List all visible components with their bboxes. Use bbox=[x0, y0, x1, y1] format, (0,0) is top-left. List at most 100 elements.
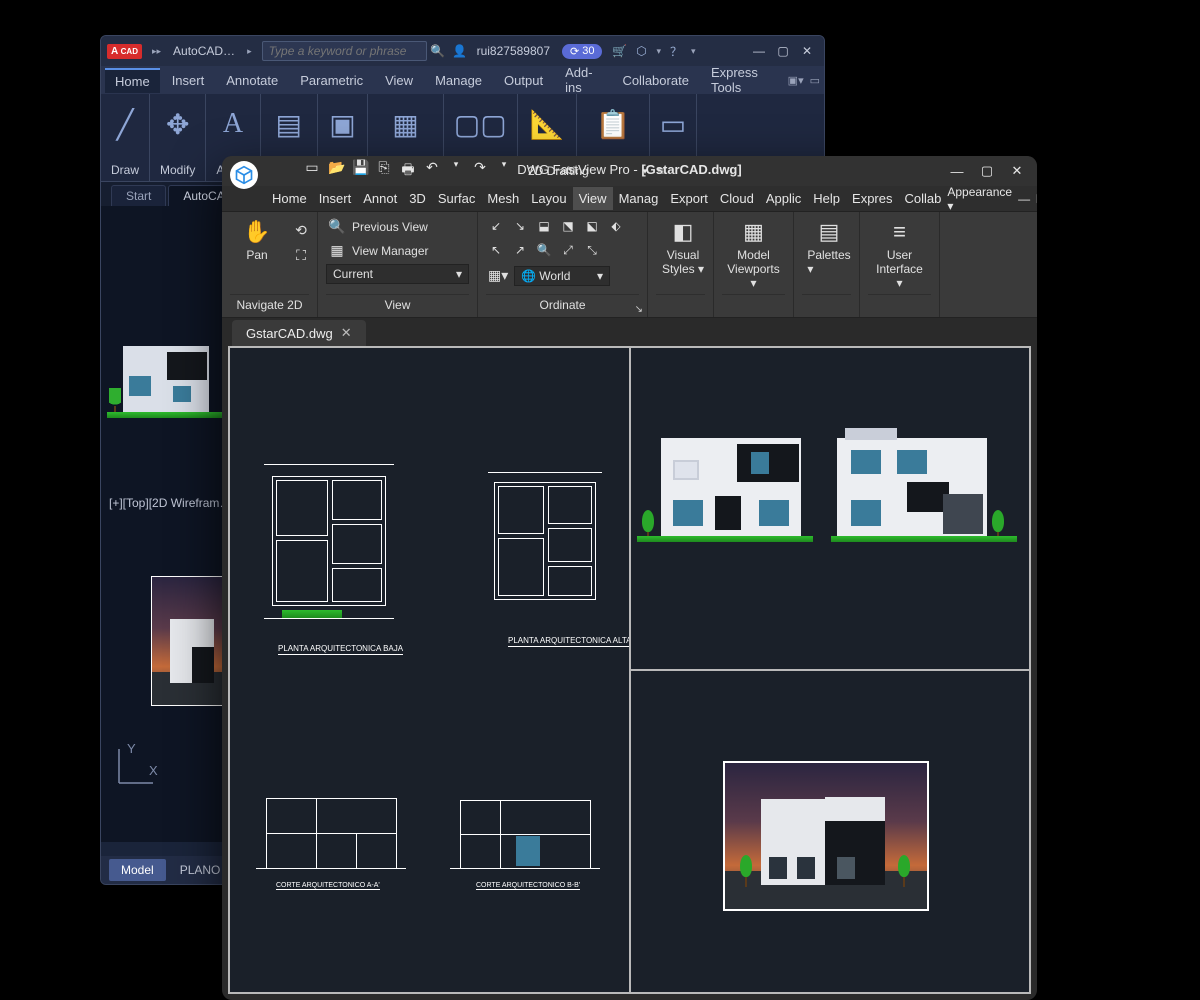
group-icon: ▢▢ bbox=[454, 100, 507, 148]
new-icon[interactable]: ▭ bbox=[304, 159, 320, 183]
search-icon[interactable]: 🔍 bbox=[429, 44, 447, 58]
redo-icon[interactable]: ↷ bbox=[472, 159, 488, 183]
menu-export[interactable]: Export bbox=[664, 187, 714, 210]
status-tab-model[interactable]: Model bbox=[109, 859, 166, 881]
close-tab-icon[interactable]: ✕ bbox=[341, 325, 352, 341]
menu-annotate[interactable]: Annotate bbox=[216, 69, 288, 92]
pan-button[interactable]: ✋ Pan bbox=[230, 216, 284, 264]
menu-collaborate[interactable]: Collaborate bbox=[612, 69, 699, 92]
viewport-label[interactable]: [+][Top][2D Wirefram… bbox=[109, 496, 231, 510]
ribbon-minimize-icon[interactable]: ▭ bbox=[810, 74, 820, 87]
palettes-button[interactable]: ▤Palettes▾ bbox=[802, 216, 856, 278]
minimize-button[interactable]: — bbox=[943, 159, 971, 183]
zoom-extents-button[interactable]: ⛶ bbox=[290, 245, 312, 266]
chevron-right-icon[interactable]: ▸ bbox=[247, 46, 252, 57]
undo-icon[interactable]: ↶ bbox=[424, 159, 440, 183]
gstarcad-logo[interactable] bbox=[230, 161, 258, 189]
menu-applic[interactable]: Applic bbox=[760, 187, 807, 210]
line-icon: ╱ bbox=[117, 100, 134, 148]
ucs-tool-icon[interactable]: ↖ bbox=[486, 240, 506, 260]
ucs-icon-button[interactable]: ▦▾ bbox=[486, 265, 508, 286]
menu-express[interactable]: Express Tools bbox=[701, 61, 786, 99]
menu-3d[interactable]: 3D bbox=[403, 187, 432, 210]
search-input[interactable] bbox=[262, 41, 427, 61]
model-viewports-button[interactable]: ▦Model Viewports ▾ bbox=[722, 216, 785, 292]
menu-surface[interactable]: Surfac bbox=[432, 187, 482, 210]
doc-minimize-button[interactable]: — bbox=[1018, 192, 1030, 206]
viewport-right[interactable]: PLANTA ARQUITECTONICA BAJA PLANTA ARQUIT… bbox=[229, 347, 630, 993]
chevron-down-icon[interactable]: ▾ bbox=[448, 159, 464, 183]
menu-mesh[interactable]: Mesh bbox=[481, 187, 525, 210]
ucs-icon[interactable]: YX bbox=[113, 741, 161, 792]
close-button[interactable]: ✕ bbox=[1003, 159, 1031, 183]
menu-manage[interactable]: Manage bbox=[425, 69, 492, 92]
cart-icon[interactable]: 🛒 bbox=[610, 44, 628, 58]
ucs-tool-icon[interactable]: ⤢ bbox=[558, 240, 578, 260]
ribbon-modify-panel[interactable]: ✥Modify bbox=[150, 94, 206, 181]
ribbon-view-panel: 🔍Previous View ▦View Manager Current▾ Vi… bbox=[318, 212, 478, 317]
overflow-icon[interactable]: ▣▾ bbox=[788, 74, 804, 87]
user-interface-button[interactable]: ≡User Interface ▾ bbox=[868, 216, 931, 292]
viewport-top-left[interactable] bbox=[630, 347, 1031, 670]
ucs-tool-icon[interactable]: ⬕ bbox=[582, 216, 602, 236]
maximize-button[interactable]: ▢ bbox=[772, 42, 794, 60]
visual-styles-button[interactable]: ◧Visual Styles ▾ bbox=[656, 216, 710, 278]
menu-insert[interactable]: Insert bbox=[162, 69, 215, 92]
gstar-file-tabs: GstarCAD.dwg ✕ bbox=[222, 318, 1037, 346]
ucs-tool-icon[interactable]: ↙ bbox=[486, 216, 506, 236]
view-manager-button[interactable]: ▦View Manager bbox=[326, 240, 469, 261]
maximize-button[interactable]: ▢ bbox=[973, 159, 1001, 183]
menu-layout[interactable]: Layou bbox=[525, 187, 572, 210]
orbit-button[interactable]: ⟲ bbox=[290, 220, 312, 241]
help-icon[interactable]: ？ bbox=[667, 43, 685, 60]
ribbon-draw-panel[interactable]: ╱Draw bbox=[101, 94, 150, 181]
menu-help[interactable]: Help bbox=[807, 187, 846, 210]
ucs-tool-icon[interactable]: ⤡ bbox=[582, 240, 602, 260]
gstarcad-window: ▭ 📂 💾 ⎘ 🖶 ↶ ▾ ↷ ▾ 2D Drafting ▾ ≡ DWG Fa… bbox=[222, 156, 1037, 1000]
chevron-down-icon[interactable]: ▾ bbox=[496, 159, 512, 183]
print-icon[interactable]: 🖶 bbox=[400, 159, 416, 183]
saveas-icon[interactable]: ⎘ bbox=[376, 159, 392, 183]
menu-view[interactable]: View bbox=[375, 69, 423, 92]
autocad-search[interactable] bbox=[262, 41, 427, 61]
ucs-tool-icon[interactable]: ↘ bbox=[510, 216, 530, 236]
ucs-world-dropdown[interactable]: 🌐 World▾ bbox=[514, 266, 610, 286]
chevron-down-icon[interactable]: ▾ bbox=[656, 46, 661, 57]
autodesk-icon[interactable]: ⬡ bbox=[632, 44, 650, 58]
panel-launcher-icon[interactable]: ↘ bbox=[635, 304, 643, 315]
appearance-dropdown[interactable]: Appearance ▾ bbox=[947, 185, 1012, 213]
menu-insert[interactable]: Insert bbox=[313, 187, 358, 210]
minimize-button[interactable]: — bbox=[748, 42, 770, 60]
menu-collab[interactable]: Collab bbox=[899, 187, 948, 210]
user-icon[interactable]: 👤 bbox=[451, 44, 469, 58]
menu-express[interactable]: Expres bbox=[846, 187, 898, 210]
chevron-down-icon[interactable]: ▾ bbox=[691, 46, 696, 57]
file-tab-start[interactable]: Start bbox=[111, 185, 166, 206]
menu-cloud[interactable]: Cloud bbox=[714, 187, 760, 210]
ucs-tool-icon[interactable]: ↗ bbox=[510, 240, 530, 260]
chevron-right-icon[interactable]: ▸▸ bbox=[152, 46, 161, 57]
menu-home[interactable]: Home bbox=[105, 68, 160, 93]
ucs-tool-icon[interactable]: ⬖ bbox=[606, 216, 626, 236]
previous-view-button[interactable]: 🔍Previous View bbox=[326, 216, 469, 237]
ucs-tool-icon[interactable]: 🔍 bbox=[534, 240, 554, 260]
file-tab-gstar[interactable]: GstarCAD.dwg ✕ bbox=[232, 320, 366, 346]
menu-annot[interactable]: Annot bbox=[357, 187, 403, 210]
ucs-tool-icon[interactable]: ⬔ bbox=[558, 216, 578, 236]
menu-manage[interactable]: Manag bbox=[613, 187, 665, 210]
close-button[interactable]: ✕ bbox=[796, 42, 818, 60]
doc-restore-button[interactable]: ❐ bbox=[1036, 192, 1037, 206]
block-icon: ▣ bbox=[329, 100, 355, 148]
save-icon[interactable]: 💾 bbox=[352, 159, 368, 183]
open-icon[interactable]: 📂 bbox=[328, 159, 344, 183]
trial-timer[interactable]: ⟳30 bbox=[562, 44, 602, 59]
menu-output[interactable]: Output bbox=[494, 69, 553, 92]
menu-view[interactable]: View bbox=[573, 187, 613, 210]
menu-parametric[interactable]: Parametric bbox=[290, 69, 373, 92]
view-current-dropdown[interactable]: Current▾ bbox=[326, 264, 469, 284]
viewport-bottom-left[interactable] bbox=[630, 670, 1031, 993]
ucs-tool-icon[interactable]: ⬓ bbox=[534, 216, 554, 236]
menu-home[interactable]: Home bbox=[266, 187, 313, 210]
gstar-ribbon: ✋ Pan ⟲ ⛶ Navigate 2D 🔍Previous View ▦Vi… bbox=[222, 212, 1037, 318]
autocad-username[interactable]: rui827589807 bbox=[477, 44, 550, 58]
